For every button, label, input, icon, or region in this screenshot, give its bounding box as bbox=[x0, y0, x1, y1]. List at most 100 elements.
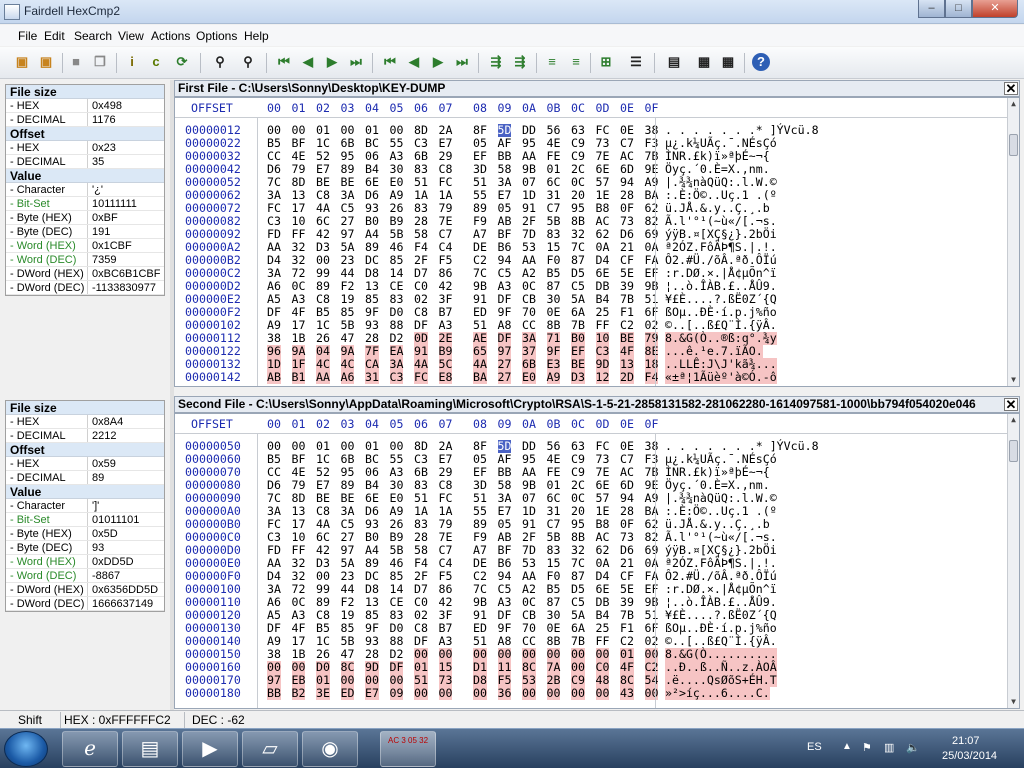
find-next-icon[interactable]: ⚲ bbox=[238, 52, 258, 72]
hex-byte[interactable]: FC bbox=[414, 371, 428, 384]
hex-byte[interactable]: ED bbox=[340, 687, 355, 700]
hex-byte[interactable]: 2D bbox=[620, 371, 634, 384]
help-icon[interactable]: ? bbox=[752, 53, 770, 71]
hex-byte[interactable]: A6 bbox=[340, 371, 355, 384]
sync2-icon[interactable]: ⇶ bbox=[510, 52, 530, 72]
clock-time[interactable]: 21:07 bbox=[952, 735, 980, 747]
info-icon[interactable]: i bbox=[122, 52, 142, 72]
hex-row[interactable]: 00000180 BB B2 3E ED E7 09 00 00 00 36 00 00 00 00 43 00… bbox=[175, 687, 1009, 700]
close-second-pane-button[interactable]: ✕ bbox=[1004, 398, 1018, 411]
first-diff-icon[interactable]: ⏮ bbox=[274, 52, 294, 72]
hex-byte[interactable]: 3E bbox=[316, 687, 330, 700]
open-icon[interactable]: ▣ bbox=[12, 52, 32, 72]
close-first-pane-button[interactable]: ✕ bbox=[1004, 82, 1018, 95]
sync-icon[interactable]: ⇶ bbox=[486, 52, 506, 72]
notepad-icon[interactable]: ▱ bbox=[242, 731, 298, 767]
menu-options[interactable]: Options bbox=[196, 29, 237, 43]
language-indicator[interactable]: ES bbox=[807, 741, 822, 753]
last-diff-icon[interactable]: ⏭ bbox=[346, 52, 366, 72]
hex-byte[interactable]: 00 bbox=[644, 687, 659, 700]
next-icon[interactable]: ▶ bbox=[428, 52, 448, 72]
hex-byte[interactable]: 31 bbox=[365, 371, 379, 384]
ascii-column[interactable]: »²>íç...6....C. bbox=[665, 687, 770, 700]
hex-byte[interactable]: 36 bbox=[497, 687, 512, 700]
second-file-hex-view[interactable]: OFFSET 00 01 02 03 04 05 06 07 08 09 0A 0B 0C 0D 0E 0F … bbox=[174, 413, 1020, 709]
hex-byte[interactable]: 09 bbox=[389, 687, 404, 700]
stop-icon[interactable]: ■ bbox=[66, 52, 86, 72]
network-icon[interactable]: ▥ bbox=[884, 741, 894, 754]
scroll-up-icon[interactable]: ▲ bbox=[1008, 98, 1019, 110]
block-icon[interactable]: ⊞ bbox=[596, 52, 616, 72]
file-explorer-icon[interactable]: ▤ bbox=[122, 731, 178, 767]
action-center-icon[interactable]: ⚑ bbox=[862, 741, 872, 754]
align-icon[interactable]: ≡ bbox=[542, 52, 562, 72]
tray-arrow-icon[interactable]: ▲ bbox=[842, 741, 852, 752]
hex-byte[interactable]: E7 bbox=[365, 687, 379, 700]
menu-file[interactable]: File bbox=[18, 29, 37, 43]
hex-byte[interactable]: 00 bbox=[414, 687, 428, 700]
prev-icon[interactable]: ◀ bbox=[404, 52, 424, 72]
menu-search[interactable]: Search bbox=[74, 29, 112, 43]
hex-byte[interactable]: B1 bbox=[291, 371, 306, 384]
hex-byte[interactable]: E8 bbox=[438, 371, 453, 384]
last-icon[interactable]: ⏭ bbox=[452, 52, 472, 72]
compare-icon[interactable]: c bbox=[146, 52, 166, 72]
hex-byte[interactable]: F4 bbox=[644, 371, 659, 384]
kiwi-app-icon[interactable]: ◉ bbox=[302, 731, 358, 767]
scroll-thumb[interactable] bbox=[1009, 134, 1018, 156]
copy-icon[interactable]: ❐ bbox=[90, 52, 110, 72]
scroll-down-icon[interactable]: ▼ bbox=[1008, 696, 1019, 708]
hex-byte[interactable]: 00 bbox=[522, 687, 536, 700]
first-file-hex-view[interactable]: OFFSET 00 01 02 03 04 05 06 07 08 09 0A 0B 0C 0D 0E 0F … bbox=[174, 97, 1020, 387]
vertical-scrollbar[interactable]: ▲ ▼ bbox=[1007, 414, 1019, 708]
hex-byte[interactable]: 00 bbox=[595, 687, 610, 700]
open2-icon[interactable]: ▣ bbox=[36, 52, 56, 72]
clock-date[interactable]: 25/03/2014 bbox=[942, 750, 997, 762]
close-button[interactable]: ✕ bbox=[972, 0, 1018, 18]
prev-diff-icon[interactable]: ◀ bbox=[298, 52, 318, 72]
hex-byte[interactable]: B2 bbox=[291, 687, 306, 700]
hex-byte[interactable]: 00 bbox=[473, 687, 487, 700]
hex-byte[interactable]: 00 bbox=[438, 687, 453, 700]
hex-byte[interactable]: AB bbox=[267, 371, 281, 384]
menu-actions[interactable]: Actions bbox=[151, 29, 190, 43]
list-icon[interactable]: ☰ bbox=[626, 52, 646, 72]
scroll-thumb[interactable] bbox=[1009, 440, 1018, 462]
internet-explorer-icon[interactable]: ℯ bbox=[62, 731, 118, 767]
refresh-icon[interactable]: ⟳ bbox=[172, 52, 192, 72]
volume-icon[interactable]: 🔈 bbox=[906, 741, 920, 754]
hex-byte[interactable]: 00 bbox=[571, 687, 585, 700]
hex-byte[interactable]: D3 bbox=[571, 371, 585, 384]
hexcmp-taskbar-button[interactable]: AC 3 05 32 bbox=[380, 731, 436, 767]
find-icon[interactable]: ⚲ bbox=[210, 52, 230, 72]
column-header: 0C bbox=[571, 101, 585, 115]
menu-edit[interactable]: Edit bbox=[44, 29, 65, 43]
hex-byte[interactable]: AA bbox=[316, 371, 330, 384]
first-icon[interactable]: ⏮ bbox=[380, 52, 400, 72]
hex-byte[interactable]: E0 bbox=[522, 371, 536, 384]
maximize-button[interactable]: □ bbox=[945, 0, 972, 18]
hex-byte[interactable]: A9 bbox=[546, 371, 561, 384]
minimize-button[interactable]: – bbox=[918, 0, 945, 18]
scroll-down-icon[interactable]: ▼ bbox=[1008, 374, 1019, 386]
media-player-icon[interactable]: ▶ bbox=[182, 731, 238, 767]
align2-icon[interactable]: ≡ bbox=[566, 52, 586, 72]
settings2-icon[interactable]: ▦ bbox=[718, 52, 738, 72]
vertical-scrollbar[interactable]: ▲ ▼ bbox=[1007, 98, 1019, 386]
scroll-up-icon[interactable]: ▲ bbox=[1008, 414, 1019, 426]
hex-byte[interactable]: C3 bbox=[389, 371, 404, 384]
menu-view[interactable]: View bbox=[118, 29, 144, 43]
hex-byte[interactable]: 43 bbox=[620, 687, 634, 700]
hex-row[interactable]: 00000142 AB B1 AA A6 31 C3 FC E8 BA 27 E0 A9 D3 12 2D F4… bbox=[175, 371, 1009, 384]
ascii-column[interactable]: «±ª¦1Ãüèº'à©Ó.-ô bbox=[665, 371, 777, 384]
start-button[interactable] bbox=[4, 731, 48, 767]
next-diff-icon[interactable]: ▶ bbox=[322, 52, 342, 72]
report-icon[interactable]: ▤ bbox=[664, 52, 684, 72]
settings-icon[interactable]: ▦ bbox=[694, 52, 714, 72]
hex-byte[interactable]: 12 bbox=[595, 371, 610, 384]
hex-byte[interactable]: BA bbox=[473, 371, 487, 384]
hex-byte[interactable]: 00 bbox=[546, 687, 561, 700]
hex-byte[interactable]: BB bbox=[267, 687, 281, 700]
hex-byte[interactable]: 27 bbox=[497, 371, 512, 384]
menu-help[interactable]: Help bbox=[244, 29, 269, 43]
